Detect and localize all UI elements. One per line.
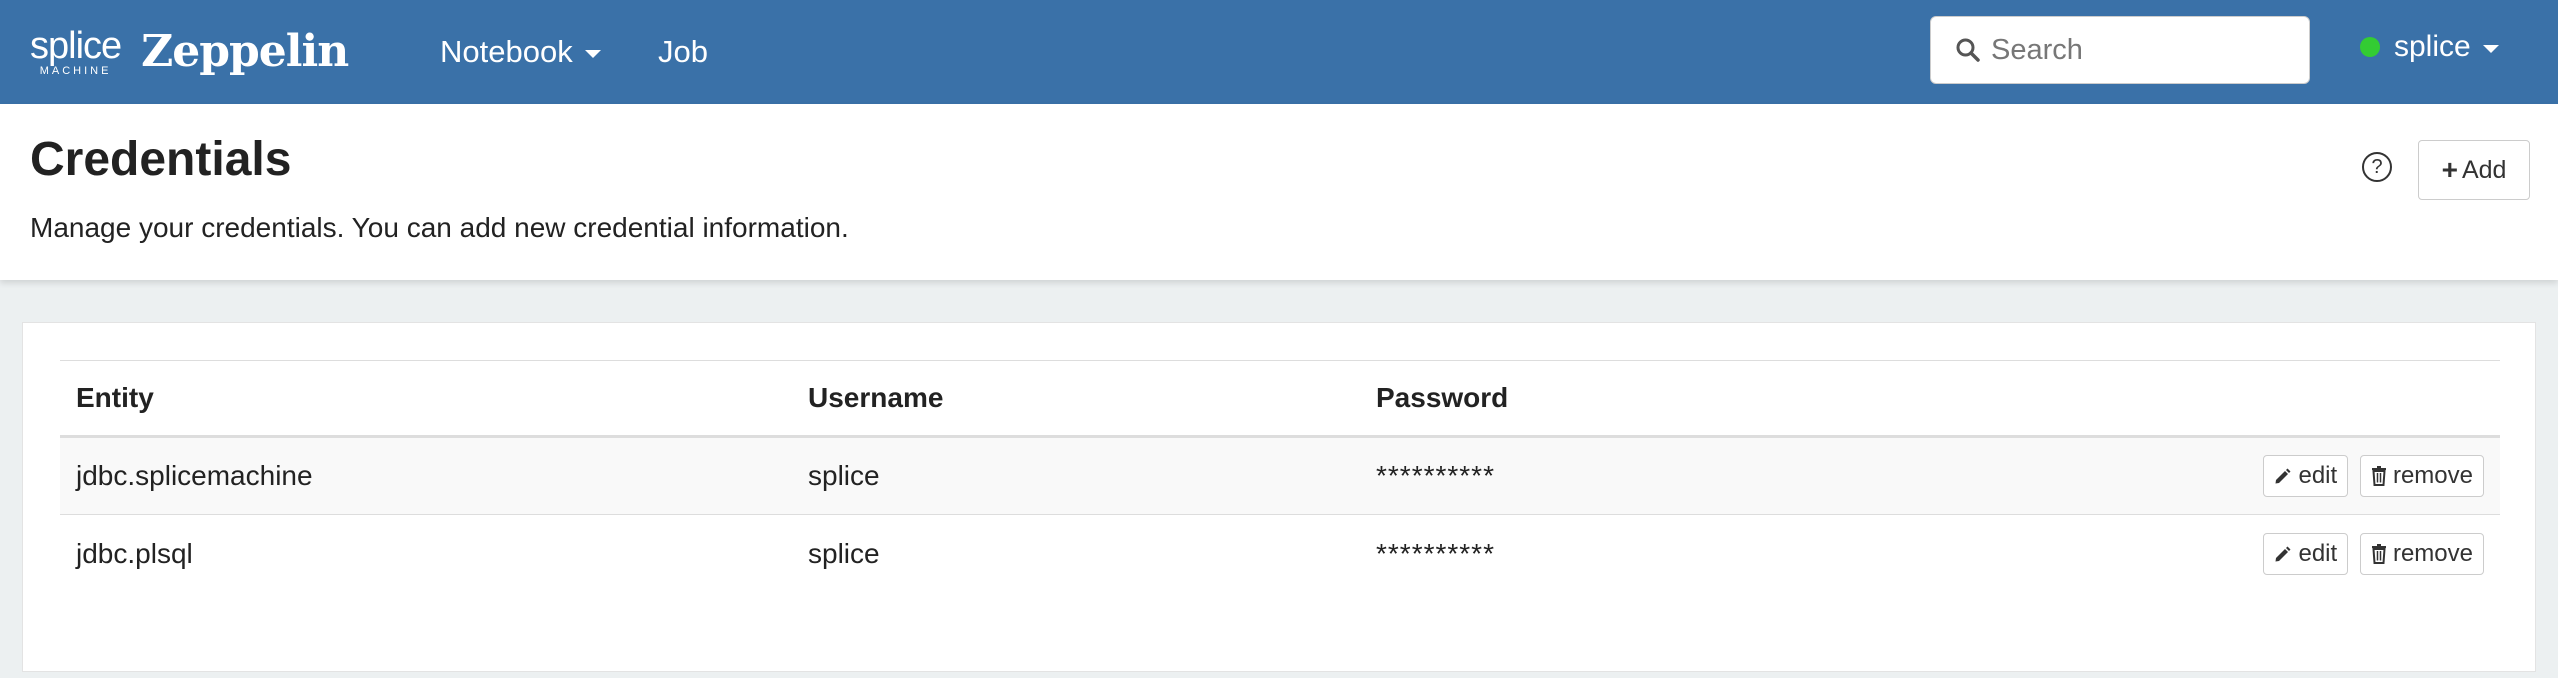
page-description: Manage your credentials. You can add new… xyxy=(30,212,849,243)
user-name: splice xyxy=(2394,30,2471,63)
nav-notebook-label: Notebook xyxy=(440,34,573,69)
column-header-username: Username xyxy=(792,360,1360,438)
plus-icon: + xyxy=(2441,154,2458,185)
column-header-actions xyxy=(2060,360,2500,438)
trash-icon xyxy=(2371,543,2386,564)
credentials-table: Entity Username Password jdbc.splicemach… xyxy=(60,360,2500,593)
nav-job-label: Job xyxy=(658,34,708,69)
cell-username: splice xyxy=(808,537,880,569)
search-input[interactable] xyxy=(1991,33,2311,67)
cell-password: ********** xyxy=(1376,537,1495,569)
cell-actions: edit remove xyxy=(2060,436,2500,515)
remove-button[interactable]: remove xyxy=(2359,455,2484,497)
cell-entity: jdbc.plsql xyxy=(76,537,193,569)
pencil-icon xyxy=(2275,468,2291,484)
help-glyph: ? xyxy=(2371,155,2383,178)
chevron-down-icon xyxy=(584,50,601,58)
brand[interactable]: splice MACHINE Zeppelin xyxy=(30,24,349,77)
edit-label: edit xyxy=(2298,539,2338,567)
nav-notebook-dropdown[interactable]: Notebook xyxy=(440,34,601,70)
add-button-label: Add xyxy=(2461,155,2507,184)
cell-actions: edit remove xyxy=(2060,515,2500,593)
cell-password: ********** xyxy=(1360,436,2060,515)
online-status-icon xyxy=(2360,37,2380,57)
pencil-icon xyxy=(2275,546,2291,562)
brand-name[interactable]: Zeppelin xyxy=(141,26,349,77)
remove-button[interactable]: remove xyxy=(2359,532,2484,575)
table-header-row: Entity Username Password xyxy=(60,360,2500,438)
edit-label: edit xyxy=(2298,462,2338,489)
page-title: Credentials xyxy=(30,133,292,186)
cell-entity: jdbc.splicemachine xyxy=(60,436,792,515)
remove-label: remove xyxy=(2392,462,2473,489)
cell-username: splice xyxy=(792,436,1360,515)
edit-button[interactable]: edit xyxy=(2263,532,2349,575)
add-credential-button[interactable]: + Add xyxy=(2418,140,2530,200)
question-circle-icon[interactable]: ? xyxy=(2362,152,2392,182)
column-header-entity: Entity xyxy=(60,360,792,438)
column-header-password: Password xyxy=(1360,360,2060,438)
search-icon xyxy=(1956,38,1980,62)
chevron-down-icon xyxy=(2482,45,2499,53)
table-row: jdbc.plsql splice ********** edit remove xyxy=(60,515,2500,593)
logo-main-text: splice xyxy=(30,24,122,67)
table-row: jdbc.splicemachine splice ********** edi… xyxy=(60,436,2500,515)
user-menu-dropdown[interactable]: splice xyxy=(2360,30,2499,64)
top-navbar: splice MACHINE Zeppelin Notebook Job spl… xyxy=(0,0,2558,104)
trash-icon xyxy=(2371,466,2386,486)
edit-button[interactable]: edit xyxy=(2263,455,2349,497)
credentials-panel: Entity Username Password jdbc.splicemach… xyxy=(22,322,2536,672)
nav-job[interactable]: Job xyxy=(658,34,708,70)
splice-machine-logo: splice MACHINE xyxy=(30,24,122,77)
search-box[interactable] xyxy=(1930,16,2311,84)
logo-sub-text: MACHINE xyxy=(39,64,112,77)
page-header: Credentials Manage your credentials. You… xyxy=(0,104,2558,280)
remove-label: remove xyxy=(2392,539,2473,567)
